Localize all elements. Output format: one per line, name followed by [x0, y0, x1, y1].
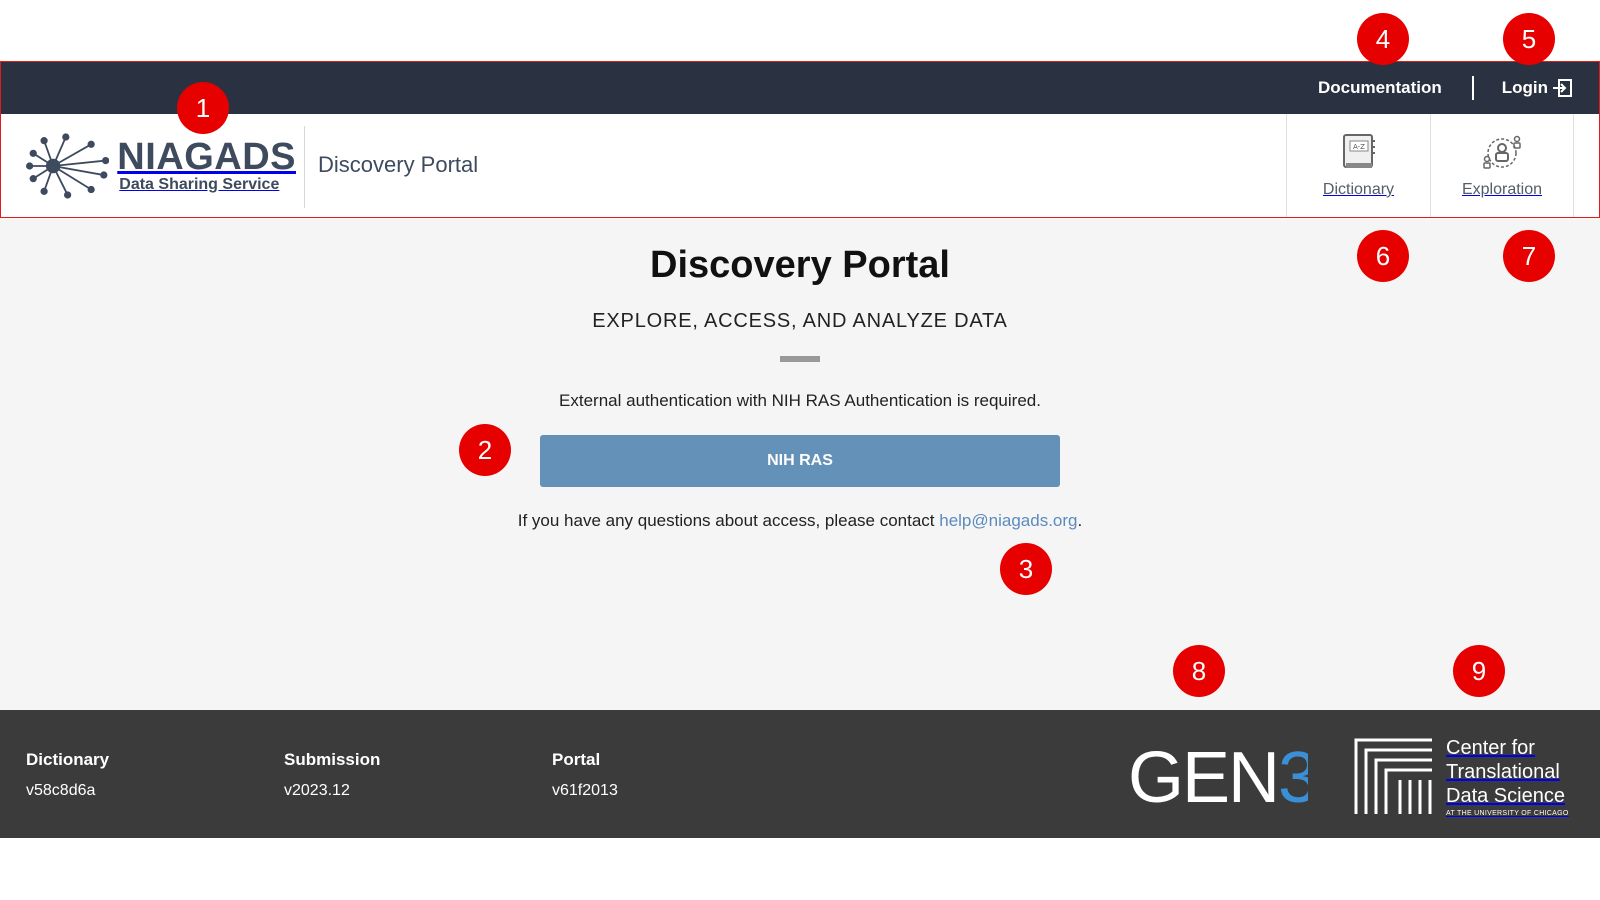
top-bar: Documentation Login — [0, 62, 1600, 114]
ctds-line: Data Science — [1446, 784, 1565, 807]
contact-text: If you have any questions about access, … — [0, 511, 1600, 531]
footer-value: v58c8d6a — [26, 782, 96, 799]
title-divider — [780, 356, 820, 362]
topbar-divider — [1471, 76, 1474, 100]
niagads-logo[interactable]: NIAGADS Data Sharing Service — [26, 128, 296, 204]
documentation-link[interactable]: Documentation — [1318, 78, 1442, 98]
footer-value: v61f2013 — [552, 782, 618, 799]
footer-value: v2023.12 — [284, 782, 350, 799]
nav-dictionary-button[interactable]: A-Z Dictionary — [1286, 114, 1430, 218]
gen3-letters: GEN3 — [1128, 738, 1308, 818]
login-label: Login — [1501, 78, 1548, 97]
login-icon — [1553, 79, 1572, 97]
footer-heading: Submission — [284, 750, 381, 769]
ctds-line: Center for — [1446, 736, 1535, 759]
annotation-badge-3: 3 — [1000, 543, 1052, 595]
annotation-badge-2: 2 — [459, 424, 511, 476]
footer: Dictionary v58c8d6a Submission v2023.12 … — [0, 710, 1600, 838]
page: Documentation Login NIAGADS Data Sharing… — [0, 0, 1600, 900]
gen3-logo[interactable]: GEN3 — [1128, 734, 1318, 820]
auth-requirement-text: External authentication with NIH RAS Aut… — [559, 391, 1041, 410]
contact-suffix: . — [1077, 511, 1083, 530]
ctds-logo[interactable]: Center for Translational Data Science AT… — [1352, 732, 1582, 820]
contact-prefix: If you have any questions about access, … — [517, 511, 940, 530]
main-content: Discovery Portal EXPLORE, ACCESS, AND AN… — [0, 218, 1600, 710]
footer-submission-version: Submission v2023.12 — [284, 750, 380, 800]
annotation-badge-6: 6 — [1357, 230, 1409, 282]
ctds-line: Translational — [1446, 760, 1560, 783]
footer-portal-version: Portal v61f2013 — [552, 750, 618, 800]
annotation-badge-7: 7 — [1503, 230, 1555, 282]
nih-ras-login-button[interactable]: NIH RAS — [540, 435, 1060, 487]
exploration-people-icon — [1483, 135, 1521, 169]
nav-exploration-label: Exploration — [1461, 181, 1543, 198]
portal-name: Discovery Portal — [318, 152, 479, 177]
login-link[interactable]: Login — [1502, 78, 1572, 98]
footer-heading: Portal — [552, 750, 601, 769]
gen3-logo-icon: GEN3 — [1128, 738, 1318, 818]
footer-dictionary-version: Dictionary v58c8d6a — [26, 750, 109, 800]
logo-title: NIAGADS — [117, 136, 296, 178]
annotation-badge-8: 8 — [1173, 645, 1225, 697]
help-email-link[interactable]: help@niagads.org — [939, 511, 1077, 530]
logo-subtitle: Data Sharing Service — [119, 176, 280, 193]
nav-header: NIAGADS Data Sharing Service Discovery P… — [0, 114, 1600, 218]
annotation-badge-1: 1 — [177, 82, 229, 134]
page-subtitle: EXPLORE, ACCESS, AND ANALYZE DATA — [592, 310, 1008, 332]
logo-divider — [304, 126, 305, 208]
annotation-badge-4: 4 — [1357, 13, 1409, 65]
nav-dictionary-label: Dictionary — [1322, 181, 1395, 198]
ctds-building-icon — [1354, 738, 1432, 814]
dictionary-book-icon: A-Z — [1342, 134, 1375, 168]
svg-text:A-Z: A-Z — [1353, 143, 1365, 151]
annotation-badge-5: 5 — [1503, 13, 1555, 65]
nav-exploration-button[interactable]: Exploration — [1430, 114, 1574, 218]
ctds-university: AT THE UNIVERSITY OF CHICAGO — [1446, 809, 1569, 817]
footer-heading: Dictionary — [26, 750, 110, 769]
annotation-badge-9: 9 — [1453, 645, 1505, 697]
network-logo-icon — [26, 133, 110, 199]
